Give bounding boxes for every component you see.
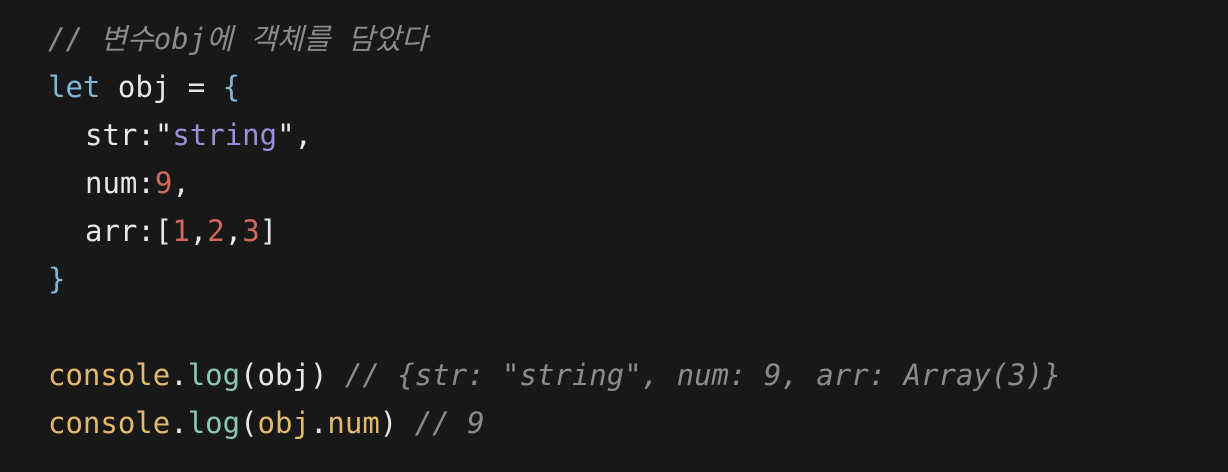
brace-close: }: [48, 262, 66, 296]
paren-close: ): [309, 358, 328, 392]
array-close: ]: [259, 214, 278, 248]
paren-open: (: [240, 406, 258, 440]
console-object: console: [48, 406, 171, 440]
code-line-6: }: [48, 255, 1228, 303]
log-method: log: [187, 406, 241, 440]
code-line-8: console.log(obj) // {str: "string", num:…: [48, 351, 1228, 399]
brace-open: {: [222, 70, 241, 104]
comma: ,: [224, 214, 243, 248]
key-str: str:: [85, 118, 155, 152]
argument-obj: obj: [257, 358, 310, 392]
array-item-2: 2: [207, 214, 225, 248]
comma: ,: [189, 214, 208, 248]
paren-close: ): [379, 406, 398, 440]
code-line-9: console.log(obj.num) // 9: [48, 399, 1228, 447]
paren-open: (: [240, 358, 258, 392]
property-num: num: [327, 406, 380, 440]
log-method: log: [187, 358, 241, 392]
quote-open: ": [154, 118, 173, 152]
console-object: console: [48, 358, 171, 392]
key-num: num:: [85, 166, 155, 200]
number-value: 9: [154, 166, 173, 200]
array-item-1: 1: [172, 214, 190, 248]
array-item-3: 3: [242, 214, 260, 248]
comma: ,: [172, 166, 190, 200]
code-line-4: num:9,: [48, 159, 1228, 207]
dot: .: [309, 406, 328, 440]
comment-header: // 변수obj에 객체를 담았다: [48, 22, 428, 56]
variable-obj: obj: [117, 70, 171, 104]
keyword-let: let: [48, 70, 101, 104]
argument-obj: obj: [257, 406, 310, 440]
code-line-1: // 변수obj에 객체를 담았다: [48, 15, 1228, 63]
assign-operator: =: [187, 70, 206, 104]
code-line-5: arr:[1,2,3]: [48, 207, 1228, 255]
code-editor: // 변수obj에 객체를 담았다 let obj = { str:"strin…: [0, 0, 1228, 472]
comment-output-obj: // {str: "string", num: 9, arr: Array(3)…: [344, 358, 1061, 392]
comment-output-num: // 9: [414, 406, 485, 440]
quote-close: ": [277, 118, 295, 152]
string-value: string: [172, 118, 278, 152]
key-arr: arr:[: [85, 214, 173, 248]
comma: ,: [294, 118, 313, 152]
code-line-2: let obj = {: [48, 63, 1228, 111]
dot: .: [170, 406, 188, 440]
code-line-3: str:"string",: [48, 111, 1228, 159]
dot: .: [170, 358, 188, 392]
